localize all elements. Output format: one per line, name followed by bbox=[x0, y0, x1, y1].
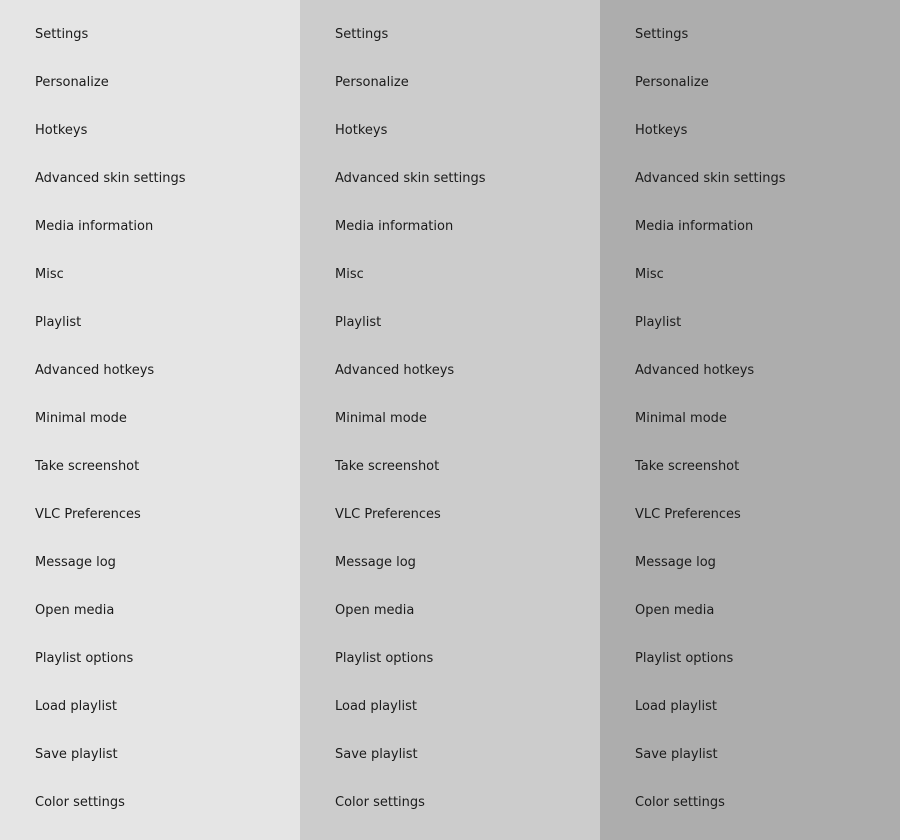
menu-item-advanced-hotkeys[interactable]: Advanced hotkeys bbox=[600, 347, 900, 395]
menu-item-misc[interactable]: Misc bbox=[600, 251, 900, 299]
menu-item-open-media[interactable]: Open media bbox=[0, 587, 300, 635]
menu-item-save-playlist[interactable]: Save playlist bbox=[600, 731, 900, 779]
menu-item-settings[interactable]: Settings bbox=[600, 11, 900, 59]
menu-item-take-screenshot[interactable]: Take screenshot bbox=[300, 443, 600, 491]
menu-item-open-media[interactable]: Open media bbox=[600, 587, 900, 635]
menu-item-personalize[interactable]: Personalize bbox=[600, 59, 900, 107]
menu-item-minimal-mode[interactable]: Minimal mode bbox=[600, 395, 900, 443]
menu-item-save-playlist[interactable]: Save playlist bbox=[300, 731, 600, 779]
menu-item-vlc-preferences[interactable]: VLC Preferences bbox=[600, 491, 900, 539]
menu-item-color-settings[interactable]: Color settings bbox=[0, 779, 300, 827]
menu-item-advanced-skin-settings[interactable]: Advanced skin settings bbox=[300, 155, 600, 203]
menu-item-playlist[interactable]: Playlist bbox=[0, 299, 300, 347]
menu-item-color-settings[interactable]: Color settings bbox=[300, 779, 600, 827]
menu-item-misc[interactable]: Misc bbox=[0, 251, 300, 299]
menu-item-load-playlist[interactable]: Load playlist bbox=[300, 683, 600, 731]
menu-item-message-log[interactable]: Message log bbox=[300, 539, 600, 587]
menu-item-vlc-preferences[interactable]: VLC Preferences bbox=[0, 491, 300, 539]
menu-item-hotkeys[interactable]: Hotkeys bbox=[300, 107, 600, 155]
menu-item-playlist[interactable]: Playlist bbox=[300, 299, 600, 347]
menu-item-message-log[interactable]: Message log bbox=[0, 539, 300, 587]
menu-item-load-playlist[interactable]: Load playlist bbox=[0, 683, 300, 731]
menu-item-playlist[interactable]: Playlist bbox=[600, 299, 900, 347]
menu-column-pressed: Settings Personalize Hotkeys Advanced skin … bbox=[600, 0, 900, 840]
menu-item-advanced-hotkeys[interactable]: Advanced hotkeys bbox=[300, 347, 600, 395]
menu-item-advanced-hotkeys[interactable]: Advanced hotkeys bbox=[0, 347, 300, 395]
menu-item-vlc-preferences[interactable]: VLC Preferences bbox=[300, 491, 600, 539]
menu-item-load-playlist[interactable]: Load playlist bbox=[600, 683, 900, 731]
menu-column-normal: Settings Personalize Hotkeys Advanced skin … bbox=[0, 0, 300, 840]
menu-item-media-information[interactable]: Media information bbox=[0, 203, 300, 251]
menu-item-save-playlist[interactable]: Save playlist bbox=[0, 731, 300, 779]
menu-item-advanced-skin-settings[interactable]: Advanced skin settings bbox=[600, 155, 900, 203]
menu-item-open-media[interactable]: Open media bbox=[300, 587, 600, 635]
menu-item-media-information[interactable]: Media information bbox=[600, 203, 900, 251]
menu-item-hotkeys[interactable]: Hotkeys bbox=[600, 107, 900, 155]
menu-item-personalize[interactable]: Personalize bbox=[0, 59, 300, 107]
menu-item-playlist-options[interactable]: Playlist options bbox=[600, 635, 900, 683]
menu-column-hover: Settings Personalize Hotkeys Advanced skin … bbox=[300, 0, 600, 840]
menu-item-playlist-options[interactable]: Playlist options bbox=[300, 635, 600, 683]
menu-item-take-screenshot[interactable]: Take screenshot bbox=[600, 443, 900, 491]
menu-item-settings[interactable]: Settings bbox=[0, 11, 300, 59]
menu-item-minimal-mode[interactable]: Minimal mode bbox=[300, 395, 600, 443]
menu-item-misc[interactable]: Misc bbox=[300, 251, 600, 299]
menu-item-settings[interactable]: Settings bbox=[300, 11, 600, 59]
menu-item-message-log[interactable]: Message log bbox=[600, 539, 900, 587]
menu-item-personalize[interactable]: Personalize bbox=[300, 59, 600, 107]
menu-item-take-screenshot[interactable]: Take screenshot bbox=[0, 443, 300, 491]
menu-item-playlist-options[interactable]: Playlist options bbox=[0, 635, 300, 683]
menu-item-color-settings[interactable]: Color settings bbox=[600, 779, 900, 827]
menu-item-hotkeys[interactable]: Hotkeys bbox=[0, 107, 300, 155]
menu-item-media-information[interactable]: Media information bbox=[300, 203, 600, 251]
menu-item-advanced-skin-settings[interactable]: Advanced skin settings bbox=[0, 155, 300, 203]
menu-item-minimal-mode[interactable]: Minimal mode bbox=[0, 395, 300, 443]
